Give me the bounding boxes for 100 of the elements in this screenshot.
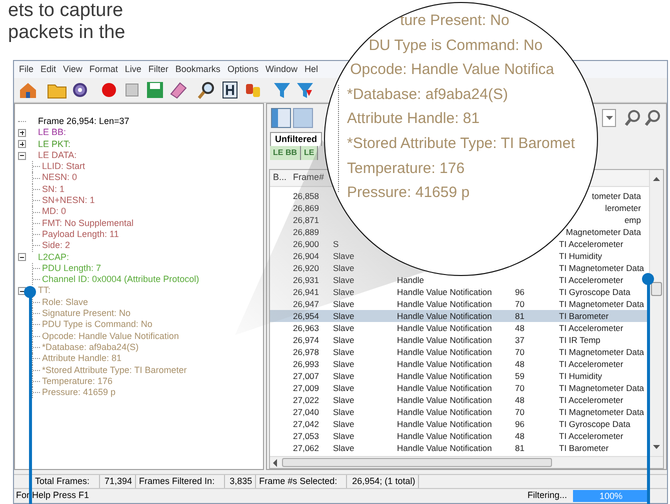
menu-item[interactable]: Options: [227, 62, 258, 76]
column-header[interactable]: B...: [273, 172, 287, 182]
tree-node[interactable]: FMT: No Supplemental: [42, 218, 134, 229]
table-cell: Handle Value Notification: [397, 310, 492, 321]
search-icon[interactable]: [644, 109, 662, 127]
collapse-icon[interactable]: [18, 253, 26, 262]
magnified-label: ture Present: No: [400, 11, 510, 31]
document-text: packets in the: [8, 22, 126, 44]
expand-icon[interactable]: [18, 128, 26, 137]
save-icon[interactable]: [145, 80, 165, 100]
record-icon[interactable]: [99, 80, 119, 100]
table-cell: tometer Data: [592, 190, 641, 201]
horizontal-scrollbar[interactable]: [270, 456, 663, 468]
protocol-tab[interactable]: LE BB: [270, 146, 301, 160]
column-header[interactable]: Frame#: [293, 172, 324, 182]
scrollbar-thumb[interactable]: [651, 282, 662, 296]
magnified-label: DU Type is Command: No: [368, 36, 543, 56]
tree-node[interactable]: Role: Slave: [42, 296, 88, 308]
table-cell: 26,954: [293, 310, 319, 321]
tree-node[interactable]: L2CAP:: [38, 252, 70, 263]
table-cell: 26,941: [293, 286, 319, 297]
table-cell: lerometer: [605, 202, 641, 213]
filter-icon[interactable]: [272, 80, 292, 100]
tree-node[interactable]: LE BB:: [38, 127, 66, 139]
tree-node[interactable]: *Stored Attribute Type: TI Barometer: [42, 364, 187, 376]
tree-node[interactable]: TT:: [38, 285, 50, 297]
tree-node[interactable]: Opcode: Handle Value Notification: [42, 330, 179, 342]
table-cell: Handle Value Notification: [397, 430, 492, 441]
tree-node[interactable]: PDU Type is Command: No: [42, 319, 152, 331]
table-cell: S: [333, 238, 339, 249]
tree-node[interactable]: *Database: af9aba24(S): [42, 342, 139, 354]
menu-item[interactable]: Live: [124, 62, 142, 76]
magnified-label: *Database: af9aba24(S): [347, 84, 508, 105]
home-icon[interactable]: [18, 80, 38, 100]
tree-node[interactable]: MD: 0: [42, 206, 66, 218]
table-cell: Slave: [333, 382, 354, 393]
table-cell: Slave: [333, 262, 354, 273]
collapse-icon[interactable]: [18, 287, 26, 296]
table-cell: Slave: [333, 274, 354, 285]
table-cell: 96: [515, 418, 524, 429]
table-cell: Slave: [333, 394, 354, 405]
menu-item[interactable]: Filter: [148, 62, 168, 76]
table-cell: Handle Value Notification: [397, 370, 492, 381]
vertical-scrollbar[interactable]: [649, 170, 663, 456]
tree-node[interactable]: Payload Length: 11: [42, 228, 119, 240]
table-cell: Handle Value Notification: [397, 358, 492, 369]
collapse-icon[interactable]: [18, 152, 26, 160]
tree-node[interactable]: Signature Present: No: [42, 308, 131, 320]
table-cell: 26,920: [293, 262, 319, 273]
magnifier-icon[interactable]: [197, 80, 217, 100]
table-cell: 48: [515, 430, 524, 441]
table-cell: TI IR Temp: [559, 334, 600, 345]
tree-node[interactable]: Pressure: 41659 p: [42, 387, 116, 398]
eraser-icon[interactable]: [168, 80, 188, 100]
table-cell: 26,978: [293, 346, 319, 357]
tree-node[interactable]: LE DATA:: [38, 150, 77, 162]
expand-icon[interactable]: [18, 140, 26, 148]
menu-item[interactable]: View: [63, 62, 82, 76]
status-value: 26,954; (1 total): [346, 474, 416, 488]
menu-item[interactable]: Bookmarks: [175, 62, 220, 76]
menu-item[interactable]: Hel: [304, 62, 318, 76]
table-cell: emp: [624, 214, 641, 225]
tree-node[interactable]: Side: 2: [42, 240, 70, 252]
document-text: ets to capture: [8, 0, 124, 22]
menu-item[interactable]: File: [19, 62, 34, 76]
table-cell: Slave: [333, 346, 354, 357]
tree-node[interactable]: Temperature: 176: [42, 376, 113, 388]
table-cell: TI Magnetometer Data: [559, 262, 644, 273]
tree-node[interactable]: Attribute Handle: 81: [42, 353, 122, 365]
menu-item[interactable]: Edit: [40, 62, 56, 76]
table-cell: 59: [515, 370, 524, 381]
tree-node[interactable]: LLID: Start: [42, 161, 86, 172]
table-cell: 27,022: [293, 394, 319, 405]
table-cell: 27,009: [293, 382, 319, 393]
filter-icon[interactable]: [295, 80, 315, 100]
help-text: For Help Press F1: [16, 489, 90, 502]
table-cell: Slave: [333, 310, 354, 321]
table-cell: 26,858: [293, 190, 319, 201]
view-tab[interactable]: Unfiltered: [270, 132, 322, 146]
tree-node[interactable]: LE PKT:: [38, 138, 71, 150]
menu-item[interactable]: Format: [89, 62, 118, 76]
tree-node[interactable]: PDU Length: 7: [42, 262, 102, 274]
table-cell: TI Accelerometer: [559, 358, 624, 369]
table-cell: 70: [515, 298, 524, 309]
scrollbar-thumb[interactable]: [282, 458, 552, 467]
search-icon[interactable]: [624, 109, 642, 127]
table-cell: Slave: [333, 286, 354, 297]
tree-node[interactable]: Channel ID: 0x0004 (Attribute Protocol): [42, 274, 200, 286]
table-cell: 26,974: [293, 334, 319, 345]
tree-node[interactable]: SN+NESN: 1: [42, 195, 95, 206]
menu-item[interactable]: Window: [265, 62, 298, 76]
table-cell: TI Barometer: [559, 310, 609, 321]
tree-node[interactable]: NESN: 0: [42, 172, 78, 184]
split-view-icon[interactable]: [271, 108, 291, 128]
tree-node[interactable]: Frame 26,954: Len=37: [38, 116, 130, 128]
table-cell: TI Humidity: [559, 250, 602, 261]
bracket-icon[interactable]: [220, 80, 240, 100]
table-cell: 48: [515, 322, 524, 333]
tree-node[interactable]: SN: 1: [42, 184, 65, 196]
protocol-tab[interactable]: LE: [301, 146, 318, 160]
